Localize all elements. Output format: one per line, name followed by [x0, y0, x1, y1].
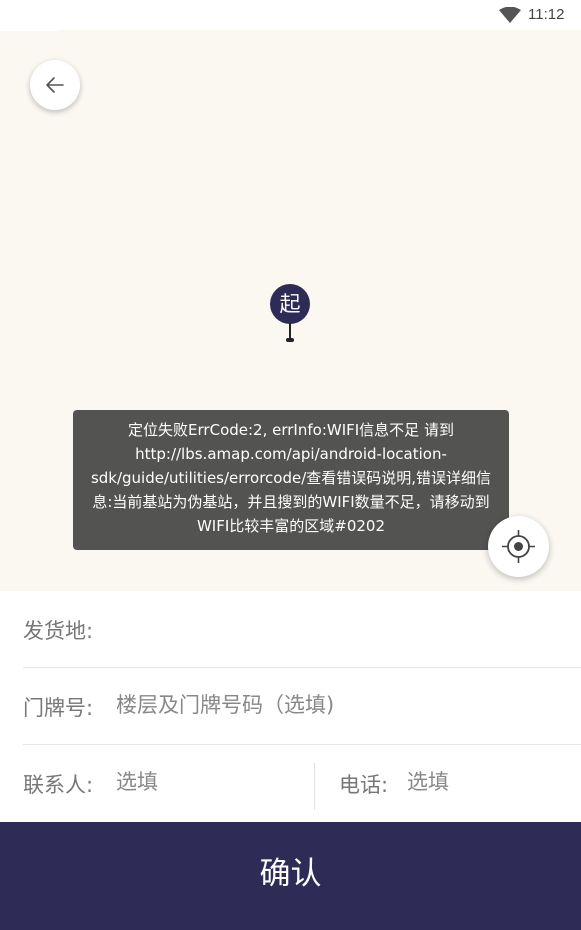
- wifi-icon: [499, 7, 521, 23]
- locate-button[interactable]: [488, 516, 549, 577]
- start-marker: 起: [269, 283, 313, 345]
- phone-field[interactable]: [407, 767, 567, 797]
- location-error-toast: 定位失败ErrCode:2, errInfo:WIFI信息不足 请到http:/…: [73, 410, 509, 550]
- map-view[interactable]: 起 定位失败ErrCode:2, errInfo:WIFI信息不足 请到http…: [0, 30, 581, 591]
- house-number-field[interactable]: [116, 690, 556, 720]
- contact-label: 联系人:: [23, 773, 94, 797]
- page: 11:12 起 定位失败ErrCode:2, errInfo:WIFI信息不足 …: [0, 0, 581, 930]
- arrow-left-icon: [46, 77, 64, 93]
- status-bar: 11:12: [0, 0, 581, 30]
- status-time: 11:12: [528, 6, 565, 23]
- marker-base: [286, 338, 294, 342]
- field-divider: [314, 763, 315, 810]
- contact-field[interactable]: [116, 767, 296, 797]
- start-marker-label: 起: [270, 284, 310, 324]
- map-edge: [0, 30, 58, 31]
- origin-field[interactable]: [107, 613, 557, 643]
- back-button[interactable]: [30, 60, 80, 110]
- origin-label: 发货地:: [23, 619, 94, 643]
- house-number-label: 门牌号:: [23, 696, 94, 720]
- house-number-row[interactable]: 门牌号:: [23, 668, 581, 745]
- contact-phone-row: 联系人: 电话:: [23, 745, 581, 821]
- origin-row[interactable]: 发货地:: [23, 591, 581, 668]
- location-target-icon: [502, 530, 535, 563]
- phone-label: 电话:: [339, 773, 389, 797]
- confirm-button[interactable]: 确认: [0, 822, 581, 930]
